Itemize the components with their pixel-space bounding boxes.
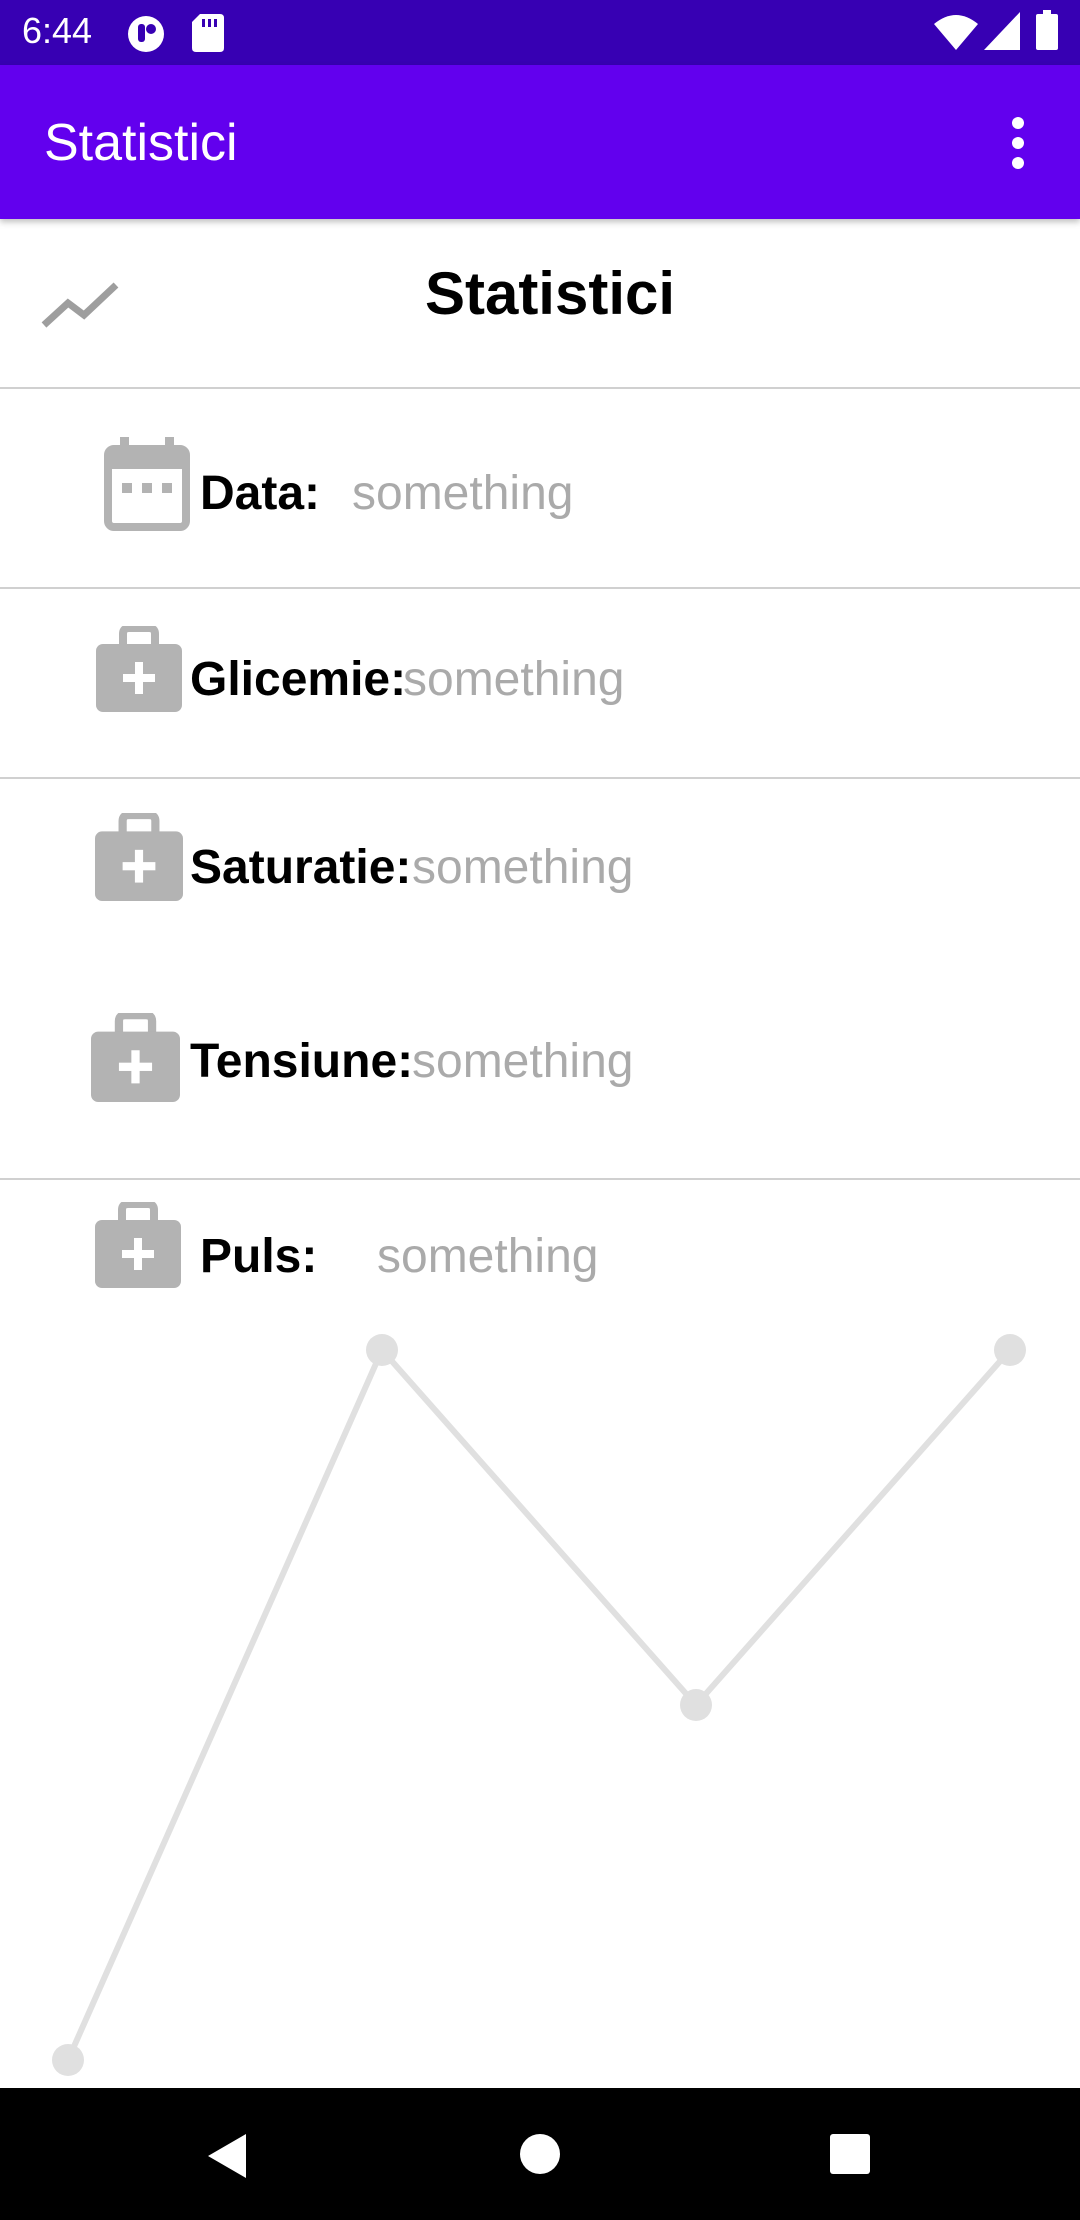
recents-icon[interactable] (829, 2133, 871, 2175)
data-value: something (352, 467, 574, 520)
chart-point (994, 1334, 1026, 1366)
line-chart (52, 1334, 1026, 2076)
medical-bag-icon (95, 1202, 181, 1288)
back-icon[interactable] (204, 2132, 248, 2180)
tensiune-label: Tensiune: (190, 1035, 414, 1088)
data-label: Data: (200, 467, 321, 520)
signal-icon (984, 12, 1020, 50)
saturatie-value: something (412, 841, 634, 894)
divider (0, 1178, 1080, 1180)
app-bar-title: Statistici (44, 114, 238, 172)
medical-bag-icon (91, 1013, 180, 1102)
tensiune-value: something (412, 1035, 634, 1088)
divider (0, 587, 1080, 589)
sd-card-icon (192, 14, 224, 52)
chart-point (680, 1689, 712, 1721)
medical-bag-icon (95, 813, 183, 901)
navigation-bar (0, 2088, 1080, 2220)
status-bar: 6:44 (0, 0, 1080, 65)
statistics-header: Statistici (0, 219, 1080, 389)
glicemie-label: Glicemie: (190, 653, 407, 706)
wifi-icon (934, 15, 978, 50)
status-time: 6:44 (22, 10, 93, 51)
divider (0, 777, 1080, 779)
medical-bag-icon (96, 626, 182, 712)
saturatie-label: Saturatie: (190, 841, 412, 894)
notification-app-icon (128, 16, 164, 52)
app-bar: Statistici (0, 65, 1080, 219)
glicemie-value: something (403, 653, 625, 706)
puls-label: Puls: (200, 1230, 318, 1283)
chart-point (366, 1334, 398, 1366)
chart-point (52, 2044, 84, 2076)
battery-icon (1036, 10, 1058, 50)
more-vert-icon[interactable] (988, 113, 1048, 173)
page-title: Statistici (424, 260, 676, 327)
home-icon[interactable] (518, 2132, 562, 2176)
chart-series-line (65, 1344, 1013, 2062)
puls-value: something (377, 1230, 599, 1283)
calendar-icon (104, 437, 190, 531)
